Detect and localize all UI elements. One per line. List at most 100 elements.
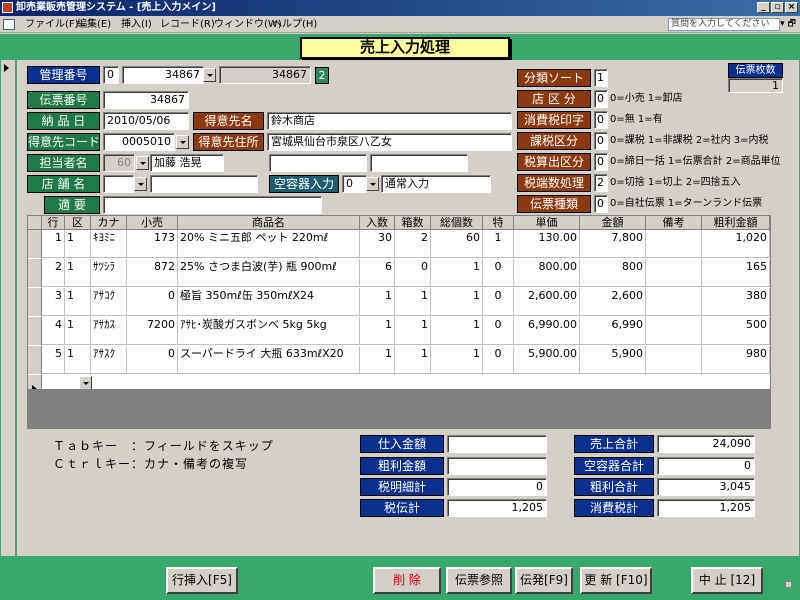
restore-button[interactable]: ▫	[771, 2, 784, 13]
new-row-kubun-dropdown-icon[interactable]	[79, 376, 92, 390]
tantou-dropdown-icon[interactable]	[136, 156, 149, 170]
cell-irisuu[interactable]: 6	[360, 259, 395, 287]
menu-file[interactable]: ファイル(F)	[25, 16, 79, 33]
cell-kingaku[interactable]: 5,900	[580, 346, 646, 374]
bunrui-field[interactable]: 1	[594, 69, 608, 87]
cell-kubun[interactable]: 1	[65, 346, 91, 374]
cell-kingaku[interactable]: 7,800	[580, 230, 646, 258]
cell-row-number[interactable]: 5	[42, 346, 65, 374]
cell-tanka[interactable]: 130.00	[514, 230, 580, 258]
cell-kubun[interactable]: 1	[65, 317, 91, 345]
cell-kingaku[interactable]: 2,600	[580, 288, 646, 316]
cell-kubun[interactable]: 1	[65, 288, 91, 316]
nouhin-date-field[interactable]: 2010/05/06	[103, 112, 189, 130]
row-selector[interactable]	[28, 346, 42, 374]
kuuyouki-dropdown-icon[interactable]	[366, 177, 379, 191]
menu-help[interactable]: ヘルプ(H)	[272, 16, 317, 33]
cell-kingaku[interactable]: 6,990	[580, 317, 646, 345]
cell-hakosu[interactable]: 1	[395, 346, 431, 374]
table-row[interactable]: 1 1 ｷﾖﾐﾆ 173 20% ミニ五郎 ペット 220mℓ 30 2 60 1 130.00 7…	[28, 230, 770, 258]
row-selector[interactable]	[28, 288, 42, 316]
cell-arari-kingaku[interactable]: 165	[702, 259, 770, 287]
cell-kouri[interactable]: 7200	[127, 317, 178, 345]
cell-product-name[interactable]: 極旨 350mℓ缶 350mℓX24	[178, 288, 360, 316]
kanri-dropdown-icon[interactable]	[203, 68, 216, 82]
cell-irisuu[interactable]: 1	[360, 317, 395, 345]
cell-kouri[interactable]: 0	[127, 346, 178, 374]
kazei-field[interactable]: 0	[594, 132, 608, 150]
cell-soukosu[interactable]: 1	[431, 259, 483, 287]
cell-toku[interactable]: 0	[483, 346, 514, 374]
cell-toku[interactable]: 0	[483, 259, 514, 287]
row-selector[interactable]	[28, 259, 42, 287]
insert-row-button[interactable]: 行挿入[F5]	[166, 567, 238, 594]
cell-row-number[interactable]: 3	[42, 288, 65, 316]
cell-arari-kingaku[interactable]: 500	[702, 317, 770, 345]
menu-edit[interactable]: 編集(E)	[77, 16, 111, 33]
cell-kana[interactable]: ｻﾂｼﾗ	[91, 259, 127, 287]
cell-soukosu[interactable]: 1	[431, 317, 483, 345]
tokuisaki-code-field[interactable]: 0005010	[103, 133, 175, 151]
table-row[interactable]: 2 1 ｻﾂｼﾗ 872 25% さつま白波(芋) 瓶 900mℓ 6 0 1 0 800.00 8…	[28, 259, 770, 287]
cell-kingaku[interactable]: 800	[580, 259, 646, 287]
cell-kouri[interactable]: 173	[127, 230, 178, 258]
kuuyouki-code-field[interactable]: 0	[342, 175, 367, 193]
cell-soukosu[interactable]: 60	[431, 230, 483, 258]
record-selector[interactable]	[1, 60, 16, 556]
cell-irisuu[interactable]: 1	[360, 346, 395, 374]
cell-arari-kingaku[interactable]: 980	[702, 346, 770, 374]
mdi-controls[interactable]: ▾ 🗗	[780, 19, 796, 30]
reference-button[interactable]: 伝票参照	[446, 567, 512, 594]
row-selector[interactable]	[28, 317, 42, 345]
cell-kubun[interactable]: 1	[65, 259, 91, 287]
cell-kana[interactable]: ｱｻｶｽ	[91, 317, 127, 345]
cell-toku[interactable]: 0	[483, 317, 514, 345]
cell-hakosu[interactable]: 2	[395, 230, 431, 258]
kanri-number-field[interactable]: 34867	[122, 66, 204, 84]
cell-bikou[interactable]	[646, 317, 702, 345]
zeisan-field[interactable]: 0	[594, 153, 608, 171]
table-row[interactable]: 5 1 ｱｻｽｸ 0 スーパードライ 大瓶 633mℓX20 1 1 1 0 5,900.00 5,…	[28, 346, 770, 374]
cell-bikou[interactable]	[646, 259, 702, 287]
cell-row-number[interactable]: 2	[42, 259, 65, 287]
cell-irisuu[interactable]: 1	[360, 288, 395, 316]
cell-soukosu[interactable]: 1	[431, 346, 483, 374]
issue-button[interactable]: 伝発[F9]	[515, 567, 573, 594]
cell-kana[interactable]: ｱｻｺｸ	[91, 288, 127, 316]
cell-product-name[interactable]: 20% ミニ五郎 ペット 220mℓ	[178, 230, 360, 258]
cell-tanka[interactable]: 2,600.00	[514, 288, 580, 316]
row-selector[interactable]	[28, 230, 42, 258]
cell-product-name[interactable]: ｱｻﾋ･炭酸ガスボンベ 5kg 5kg	[178, 317, 360, 345]
cancel-button[interactable]: 中 止 [12]	[691, 567, 763, 594]
cell-hakosu[interactable]: 1	[395, 317, 431, 345]
cell-bikou[interactable]	[646, 346, 702, 374]
question-input[interactable]: 質問を入力してください	[668, 18, 780, 31]
kuuyouki-value-field[interactable]: 通常入力	[381, 175, 491, 193]
cell-bikou[interactable]	[646, 288, 702, 316]
table-row[interactable]: 3 1 ｱｻｺｸ 0 極旨 350mℓ缶 350mℓX24 1 1 1 0 2,600.00 2,6…	[28, 288, 770, 316]
extra-field-1[interactable]	[269, 154, 367, 172]
extra-field-2[interactable]	[370, 154, 468, 172]
update-button[interactable]: 更 新 [F10]	[580, 567, 652, 594]
cell-kana[interactable]: ｷﾖﾐﾆ	[91, 230, 127, 258]
delete-button[interactable]: 削 除	[373, 567, 441, 594]
cell-product-name[interactable]: スーパードライ 大瓶 633mℓX20	[178, 346, 360, 374]
hasuu-field[interactable]: 2	[594, 174, 608, 192]
tokuisaki-name-field[interactable]: 鈴木商店	[267, 112, 512, 130]
close-button[interactable]: ×	[785, 2, 798, 13]
cell-tanka[interactable]: 6,990.00	[514, 317, 580, 345]
kanri-prefix-field[interactable]: 0	[103, 66, 119, 84]
cell-product-name[interactable]: 25% さつま白波(芋) 瓶 900mℓ	[178, 259, 360, 287]
shohizei-inji-field[interactable]: 0	[594, 111, 608, 129]
cell-bikou[interactable]	[646, 230, 702, 258]
cell-kubun[interactable]: 1	[65, 230, 91, 258]
table-row[interactable]: 4 1 ｱｻｶｽ 7200 ｱｻﾋ･炭酸ガスボンベ 5kg 5kg 1 1 1 0 6,990.0…	[28, 317, 770, 345]
denpyo-number-field[interactable]: 34867	[103, 91, 189, 109]
menu-record[interactable]: レコード(R)	[160, 16, 215, 33]
cell-tanka[interactable]: 5,900.00	[514, 346, 580, 374]
cell-soukosu[interactable]: 1	[431, 288, 483, 316]
cell-kouri[interactable]: 0	[127, 288, 178, 316]
cell-toku[interactable]: 1	[483, 230, 514, 258]
cell-arari-kingaku[interactable]: 1,020	[702, 230, 770, 258]
cell-row-number[interactable]: 1	[42, 230, 65, 258]
